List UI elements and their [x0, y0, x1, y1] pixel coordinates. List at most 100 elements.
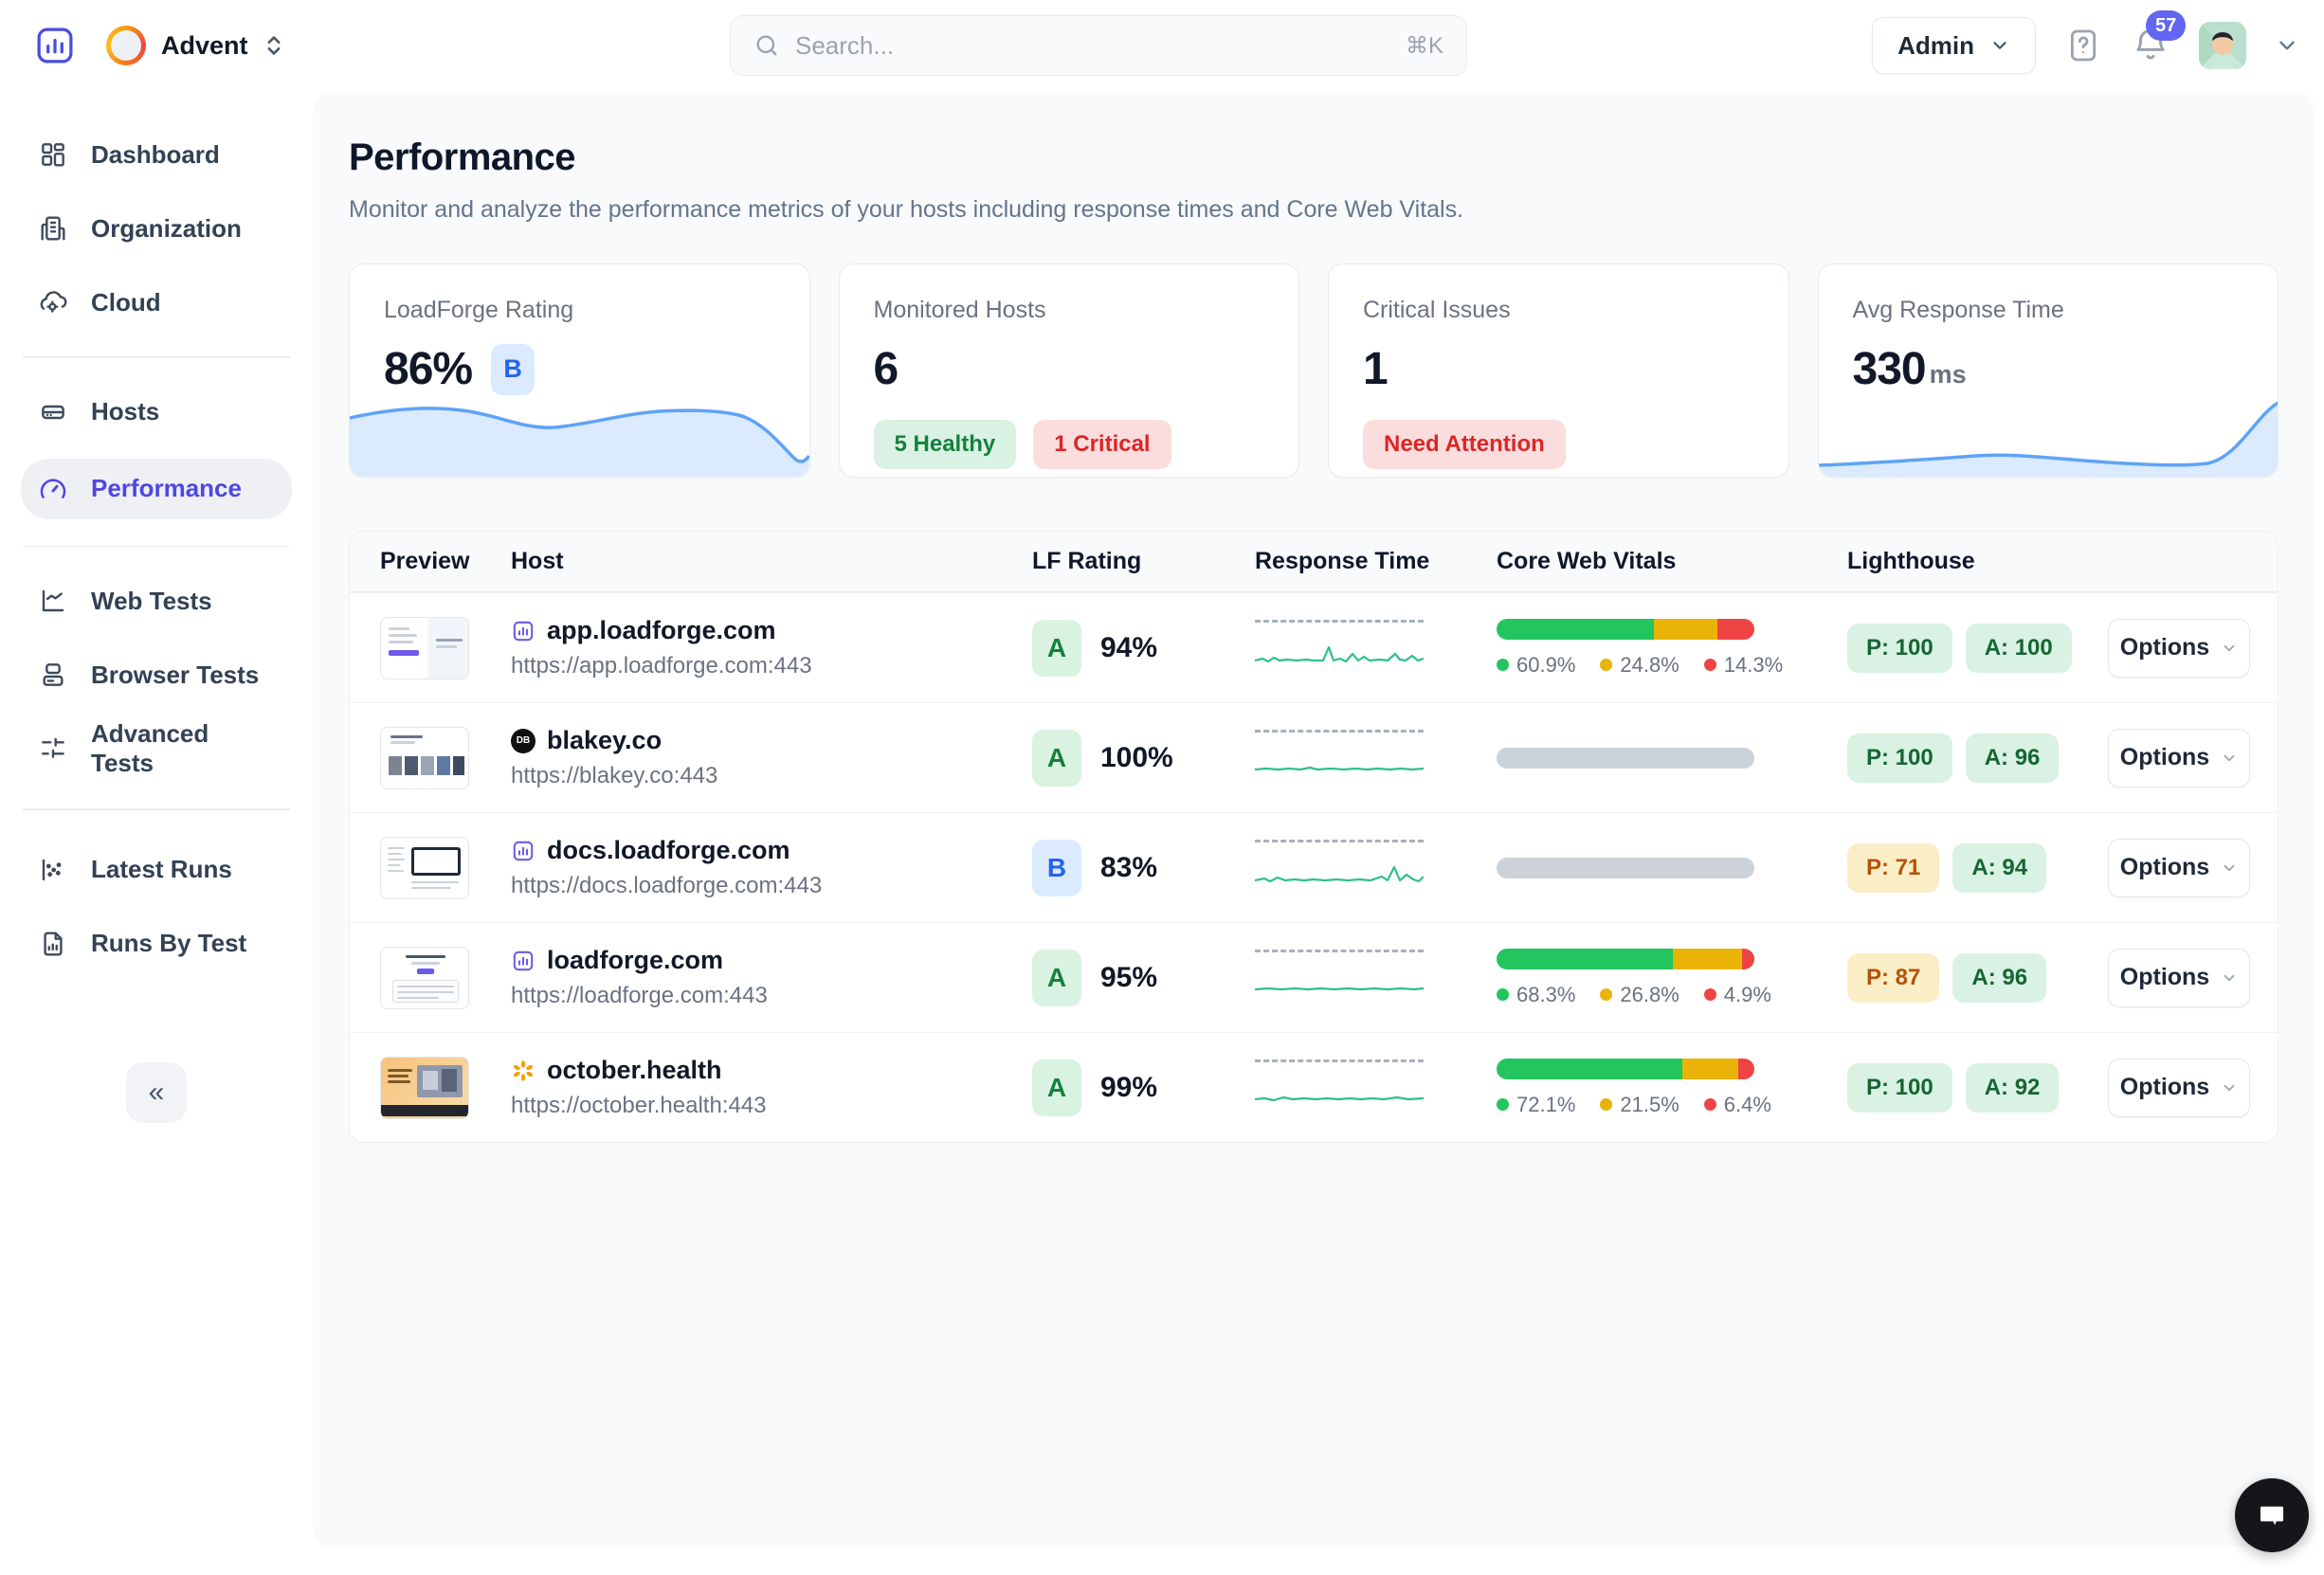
options-button[interactable]: Options	[2108, 949, 2250, 1007]
global-search[interactable]: ⌘K	[730, 15, 1467, 76]
threshold-dashed-line	[1255, 1059, 1424, 1062]
loadforge-chart-icon	[511, 619, 536, 643]
stat-cards-row: LoadForge Rating 86% B Monitored Hosts 6…	[349, 263, 2279, 478]
sidebar-item-advanced-tests[interactable]: Advanced Tests	[21, 721, 292, 776]
main-content: Performance Monitor and analyze the perf…	[313, 93, 2315, 1547]
core-web-vitals-legend: 72.1% 21.5% 6.4%	[1497, 1093, 1847, 1117]
dashboard-icon	[38, 139, 68, 170]
sidebar-divider	[23, 546, 290, 548]
search-input[interactable]	[795, 31, 1390, 61]
lighthouse-accessibility-badge: A: 94	[1952, 843, 2046, 893]
chevron-down-icon	[2221, 969, 2238, 987]
response-time-sparkline	[1255, 620, 1424, 677]
page-subtitle: Monitor and analyze the performance metr…	[349, 196, 2279, 224]
admin-menu-button[interactable]: Admin	[1872, 17, 2036, 74]
app-logo-icon[interactable]	[32, 23, 78, 68]
sidebar-item-browser-tests[interactable]: Browser Tests	[21, 647, 292, 702]
cloud-gear-icon	[38, 287, 68, 317]
lighthouse-performance-badge: P: 100	[1847, 733, 1952, 783]
poor-dot-icon	[1704, 988, 1716, 1001]
site-preview-thumbnail[interactable]	[380, 947, 469, 1009]
poor-dot-icon	[1704, 659, 1716, 671]
response-time-sparkline	[1255, 730, 1424, 787]
good-dot-icon	[1497, 1098, 1509, 1111]
options-button[interactable]: Options	[2108, 1059, 2250, 1117]
workspace-avatar	[106, 26, 146, 65]
collapse-chevrons-icon: «	[149, 1077, 165, 1109]
lf-grade-badge: A	[1032, 1059, 1081, 1116]
needs-improvement-dot-icon	[1600, 1098, 1612, 1111]
loadforge-chart-icon	[511, 949, 536, 973]
site-preview-thumbnail[interactable]	[380, 617, 469, 679]
host-url: https://october.health:443	[511, 1093, 1032, 1119]
col-header-host: Host	[511, 548, 1032, 575]
page-title: Performance	[349, 136, 2279, 179]
options-button[interactable]: Options	[2108, 729, 2250, 788]
healthy-hosts-badge: 5 Healthy	[874, 420, 1017, 469]
top-bar: Advent ⌘K Admin	[0, 0, 2324, 91]
organization-icon	[38, 213, 68, 244]
host-name[interactable]: loadforge.com	[547, 946, 723, 975]
lf-grade-badge: A	[1032, 730, 1081, 787]
need-attention-badge: Need Attention	[1363, 420, 1566, 469]
lf-grade-badge: B	[1032, 840, 1081, 896]
sidebar-divider	[23, 808, 290, 810]
host-name[interactable]: october.health	[547, 1056, 722, 1085]
user-menu-chevron-icon[interactable]	[2275, 33, 2299, 58]
stat-card-avg-response-time: Avg Response Time 330 ms	[1818, 263, 2279, 478]
chevron-down-icon	[1989, 35, 2010, 56]
sidebar-item-web-tests[interactable]: Web Tests	[21, 573, 292, 628]
lf-grade-badge: A	[1032, 950, 1081, 1006]
stat-card-critical-issues: Critical Issues 1 Need Attention	[1328, 263, 1789, 478]
table-row: loadforge.com https://loadforge.com:443 …	[350, 922, 2278, 1032]
table-row: docs.loadforge.com https://docs.loadforg…	[350, 812, 2278, 922]
host-url: https://docs.loadforge.com:443	[511, 873, 1032, 899]
sidebar-item-organization[interactable]: Organization	[21, 201, 292, 256]
search-icon	[753, 32, 780, 59]
sidebar-collapse-button[interactable]: «	[126, 1062, 187, 1123]
core-web-vitals-bar	[1497, 949, 1754, 969]
server-icon	[38, 397, 68, 427]
workspace-name: Advent	[161, 31, 248, 61]
chat-widget-button[interactable]	[2235, 1478, 2309, 1552]
core-web-vitals-bar-empty	[1497, 748, 1754, 769]
sidebar-item-cloud[interactable]: Cloud	[21, 275, 292, 330]
sidebar-item-performance[interactable]: Performance	[21, 459, 292, 519]
host-name[interactable]: app.loadforge.com	[547, 616, 776, 645]
user-avatar[interactable]	[2199, 22, 2246, 69]
chevron-down-icon	[2221, 1079, 2238, 1096]
sidebar-item-hosts[interactable]: Hosts	[21, 385, 292, 440]
lighthouse-accessibility-badge: A: 96	[1952, 953, 2046, 1003]
stat-card-monitored-hosts: Monitored Hosts 6 5 Healthy 1 Critical	[839, 263, 1300, 478]
site-preview-thumbnail[interactable]	[380, 1057, 469, 1119]
db-favicon: DB	[511, 729, 536, 753]
options-button[interactable]: Options	[2108, 839, 2250, 897]
response-time-sparkline	[1255, 950, 1424, 1006]
sidebar-item-runs-by-test[interactable]: Runs By Test	[21, 916, 292, 971]
host-name[interactable]: docs.loadforge.com	[547, 836, 790, 865]
scatter-chart-icon	[38, 855, 68, 885]
col-header-core-web-vitals: Core Web Vitals	[1497, 548, 1847, 575]
sidebar-item-dashboard[interactable]: Dashboard	[21, 127, 292, 182]
browser-icon	[38, 660, 68, 690]
lf-rating-percent: 94%	[1100, 632, 1157, 664]
sidebar-item-latest-runs[interactable]: Latest Runs	[21, 842, 292, 897]
lf-rating-percent: 99%	[1100, 1072, 1157, 1104]
help-button[interactable]	[2064, 27, 2102, 64]
options-button[interactable]: Options	[2108, 619, 2250, 678]
site-preview-thumbnail[interactable]	[380, 837, 469, 899]
chevron-down-icon	[2221, 860, 2238, 877]
sidebar-divider	[23, 356, 290, 358]
lighthouse-accessibility-badge: A: 96	[1966, 733, 2060, 783]
loadforge-chart-icon	[511, 839, 536, 863]
lighthouse-accessibility-badge: A: 100	[1966, 624, 2072, 673]
response-time-sparkline	[1255, 840, 1424, 896]
needs-improvement-dot-icon	[1600, 988, 1612, 1001]
notifications-button[interactable]: 57	[2131, 26, 2170, 65]
critical-issues-value: 1	[1363, 343, 1388, 395]
core-web-vitals-legend: 60.9% 24.8% 14.3%	[1497, 653, 1847, 678]
workspace-switcher[interactable]: Advent	[106, 26, 284, 65]
core-web-vitals-bar	[1497, 1059, 1754, 1079]
host-name[interactable]: blakey.co	[547, 726, 662, 755]
site-preview-thumbnail[interactable]	[380, 727, 469, 789]
